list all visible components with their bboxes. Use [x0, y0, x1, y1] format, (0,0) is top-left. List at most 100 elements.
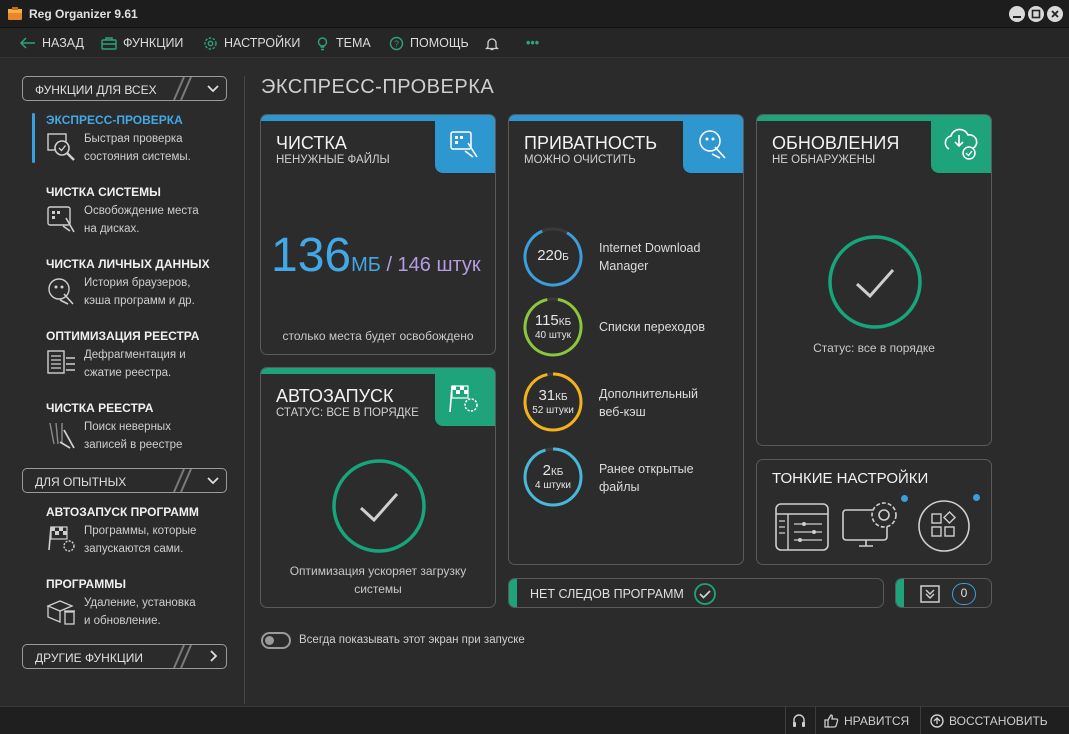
minimize-icon [1013, 16, 1021, 18]
window-title: Reg Organizer 9.61 [29, 7, 138, 21]
monitor-gear-icon[interactable] [841, 498, 905, 554]
privacy-row-webcache[interactable]: 31КБ 52 штуки Дополнительный веб-кэш [521, 370, 741, 434]
checkered-flag-gear-icon [449, 385, 478, 413]
group-other-functions[interactable]: ДРУГИЕ ФУНКЦИИ [22, 644, 227, 669]
card-corner [931, 115, 991, 173]
maximize-button[interactable] [1028, 6, 1044, 22]
chevron-down-icon [207, 477, 219, 485]
sidebar-item-express-check[interactable]: ЭКСПРЕСС-ПРОВЕРКА Быстрая проверка состоя… [46, 113, 236, 163]
card-subtitle: НЕНУЖНЫЕ ФАЙЛЫ [276, 154, 390, 166]
apps-grid-icon[interactable] [917, 499, 971, 553]
sidebar-item-title: АВТОЗАПУСК ПРОГРАММ [46, 505, 199, 519]
checkered-flag-gear-icon [48, 526, 75, 552]
privacy-row-recent-files[interactable]: 2КБ 4 штуки Ранее открытые файлы [521, 445, 741, 509]
close-button[interactable] [1047, 6, 1063, 22]
headset-icon [793, 714, 805, 727]
like-button[interactable]: НРАВИТСЯ [823, 707, 909, 734]
menu-back[interactable]: НАЗАД [20, 28, 84, 58]
privacy-card[interactable]: ПРИВАТНОСТЬ МОЖНО ОЧИСТИТЬ 220Б Internet… [508, 114, 744, 565]
question-icon: ? [389, 36, 404, 50]
minimize-button[interactable] [1009, 6, 1025, 22]
sidebar-item-title: ЧИСТКА СИСТЕМЫ [46, 185, 161, 199]
menu-theme-label: ТЕМА [336, 36, 371, 50]
sidebar-item-system-cleanup[interactable]: ЧИСТКА СИСТЕМЫ Освобождение места на диск… [46, 185, 236, 235]
card-footer: столько места будет освобождено [282, 329, 474, 343]
privacy-row-idm[interactable]: 220Б Internet Download Manager [521, 225, 741, 289]
restore-label: ВОССТАНОВИТЬ [949, 714, 1048, 728]
sidebar-item-desc: Освобождение места на дисках. [84, 205, 199, 235]
sidebar-item-autorun[interactable]: АВТОЗАПУСК ПРОГРАММ Программы, которые за… [46, 505, 236, 555]
magnifier-check-icon [47, 133, 75, 161]
new-badge-dot [901, 495, 908, 502]
sidebar-item-title: ОПТИМИЗАЦИЯ РЕЕСТРА [46, 329, 200, 343]
settings-window-icon[interactable] [774, 502, 830, 552]
sidebar-item-desc: Быстрая проверка состояния системы. [84, 133, 191, 163]
support-button[interactable] [791, 707, 807, 734]
updates-status: Статус: все в порядке [813, 341, 935, 355]
sidebar-item-programs[interactable]: ПРОГРАММЫ Удаление, установка и обновлени… [46, 577, 236, 627]
svg-text:?: ? [394, 39, 399, 49]
counter-bar[interactable]: 0 [895, 578, 992, 608]
box-trash-icon [46, 600, 75, 625]
card-corner [683, 115, 743, 173]
status-divider [785, 707, 786, 734]
sidebar-item-desc: История браузеров, кэша программ и др. [84, 277, 195, 307]
sidebar-item-registry-optimization[interactable]: ОПТИМИЗАЦИЯ РЕЕСТРА Дефрагментация и сжат… [46, 329, 236, 379]
menu-settings[interactable]: НАСТРОЙКИ [203, 28, 300, 58]
stripes-decoration-icon [173, 645, 192, 668]
menu-help[interactable]: ? ПОМОЩЬ [389, 28, 469, 58]
card-title: ПРИВАТНОСТЬ [524, 133, 658, 153]
card-title: АВТОЗАПУСК [276, 386, 394, 406]
privacy-row-jumplists[interactable]: 115КБ 40 штук Списки переходов [521, 295, 741, 359]
page-title: ЭКСПРЕСС-ПРОВЕРКА [261, 76, 495, 98]
updates-card[interactable]: ОБНОВЛЕНИЯ НЕ ОБНАРУЖЕНЫ Статус: все в п… [756, 114, 992, 446]
sidebar-item-desc: Программы, которые запускаются сами. [84, 525, 197, 555]
no-traces-bar[interactable]: НЕТ СЛЕДОВ ПРОГРАММ [508, 578, 884, 608]
privacy-row-value: 115КБ 40 штук [534, 312, 572, 341]
sidebar-item-private-data[interactable]: ЧИСТКА ЛИЧНЫХ ДАННЫХ История браузеров, к… [46, 257, 236, 307]
restore-icon [930, 714, 944, 728]
app-logo-icon [8, 7, 22, 20]
autorun-card[interactable]: АВТОЗАПУСК СТАТУС: ВСЕ В ПОРЯДКЕ Оптимиз… [260, 367, 496, 608]
menu-functions[interactable]: ФУНКЦИИ [101, 28, 183, 58]
card-subtitle: СТАТУС: ВСЕ В ПОРЯДКЕ [276, 407, 419, 419]
check-circle-icon [828, 235, 922, 329]
group-for-all[interactable]: ФУНКЦИИ ДЛЯ ВСЕХ [22, 76, 227, 101]
sidebar-item-desc: Удаление, установка и обновление. [84, 597, 196, 627]
card-title: ОБНОВЛЕНИЯ [772, 133, 900, 153]
privacy-broom-icon [699, 130, 726, 159]
tweaks-card[interactable]: ТОНКИЕ НАСТРОЙКИ [756, 459, 992, 565]
group-advanced[interactable]: ДЛЯ ОПЫТНЫХ [22, 468, 227, 493]
stripes-decoration-icon [173, 469, 192, 492]
more-button[interactable]: ••• [526, 28, 539, 58]
pill-accent [896, 579, 904, 607]
card-corner [435, 115, 495, 173]
clean-card[interactable]: ЧИСТКА НЕНУЖНЫЕ ФАЙЛЫ 136МБ / 146 штук с… [260, 114, 496, 355]
sidebar-item-registry-cleanup[interactable]: ЧИСТКА РЕЕСТРА Поиск неверных записей в р… [46, 401, 236, 451]
arrow-left-icon [20, 37, 35, 49]
sidebar-item-title: ПРОГРАММЫ [46, 577, 126, 591]
like-label: НРАВИТСЯ [844, 714, 910, 728]
group-advanced-label: ДЛЯ ОПЫТНЫХ [35, 475, 127, 489]
privacy-row-value: 31КБ 52 штуки [532, 387, 574, 416]
title-bar: Reg Organizer 9.61 [0, 0, 1069, 28]
stripes-decoration-icon [173, 77, 192, 100]
restore-button[interactable]: ВОССТАНОВИТЬ [929, 707, 1048, 734]
disk-broom-icon [450, 131, 478, 158]
menu-bar: НАЗАД ФУНКЦИИ НАСТРОЙКИ ТЕМА ? ПОМОЩЬ ••… [0, 28, 1069, 58]
notifications-button[interactable] [485, 28, 505, 58]
gear-icon [204, 36, 217, 50]
menu-help-label: ПОМОЩЬ [410, 36, 469, 50]
close-icon [1051, 10, 1059, 18]
toolbox-icon [101, 37, 117, 50]
lightbulb-icon [317, 36, 328, 50]
show-on-startup-toggle[interactable] [261, 632, 291, 649]
sidebar-divider [244, 76, 245, 704]
menu-theme[interactable]: ТЕМА [315, 28, 371, 58]
privacy-row-label: Списки переходов [599, 320, 705, 334]
counter-badge: 0 [952, 583, 976, 605]
registry-broom-icon [49, 422, 75, 449]
toggle-knob [265, 636, 274, 645]
privacy-row-label: Дополнительный веб-кэш [599, 387, 698, 419]
sidebar-item-title: ЭКСПРЕСС-ПРОВЕРКА [46, 113, 183, 127]
